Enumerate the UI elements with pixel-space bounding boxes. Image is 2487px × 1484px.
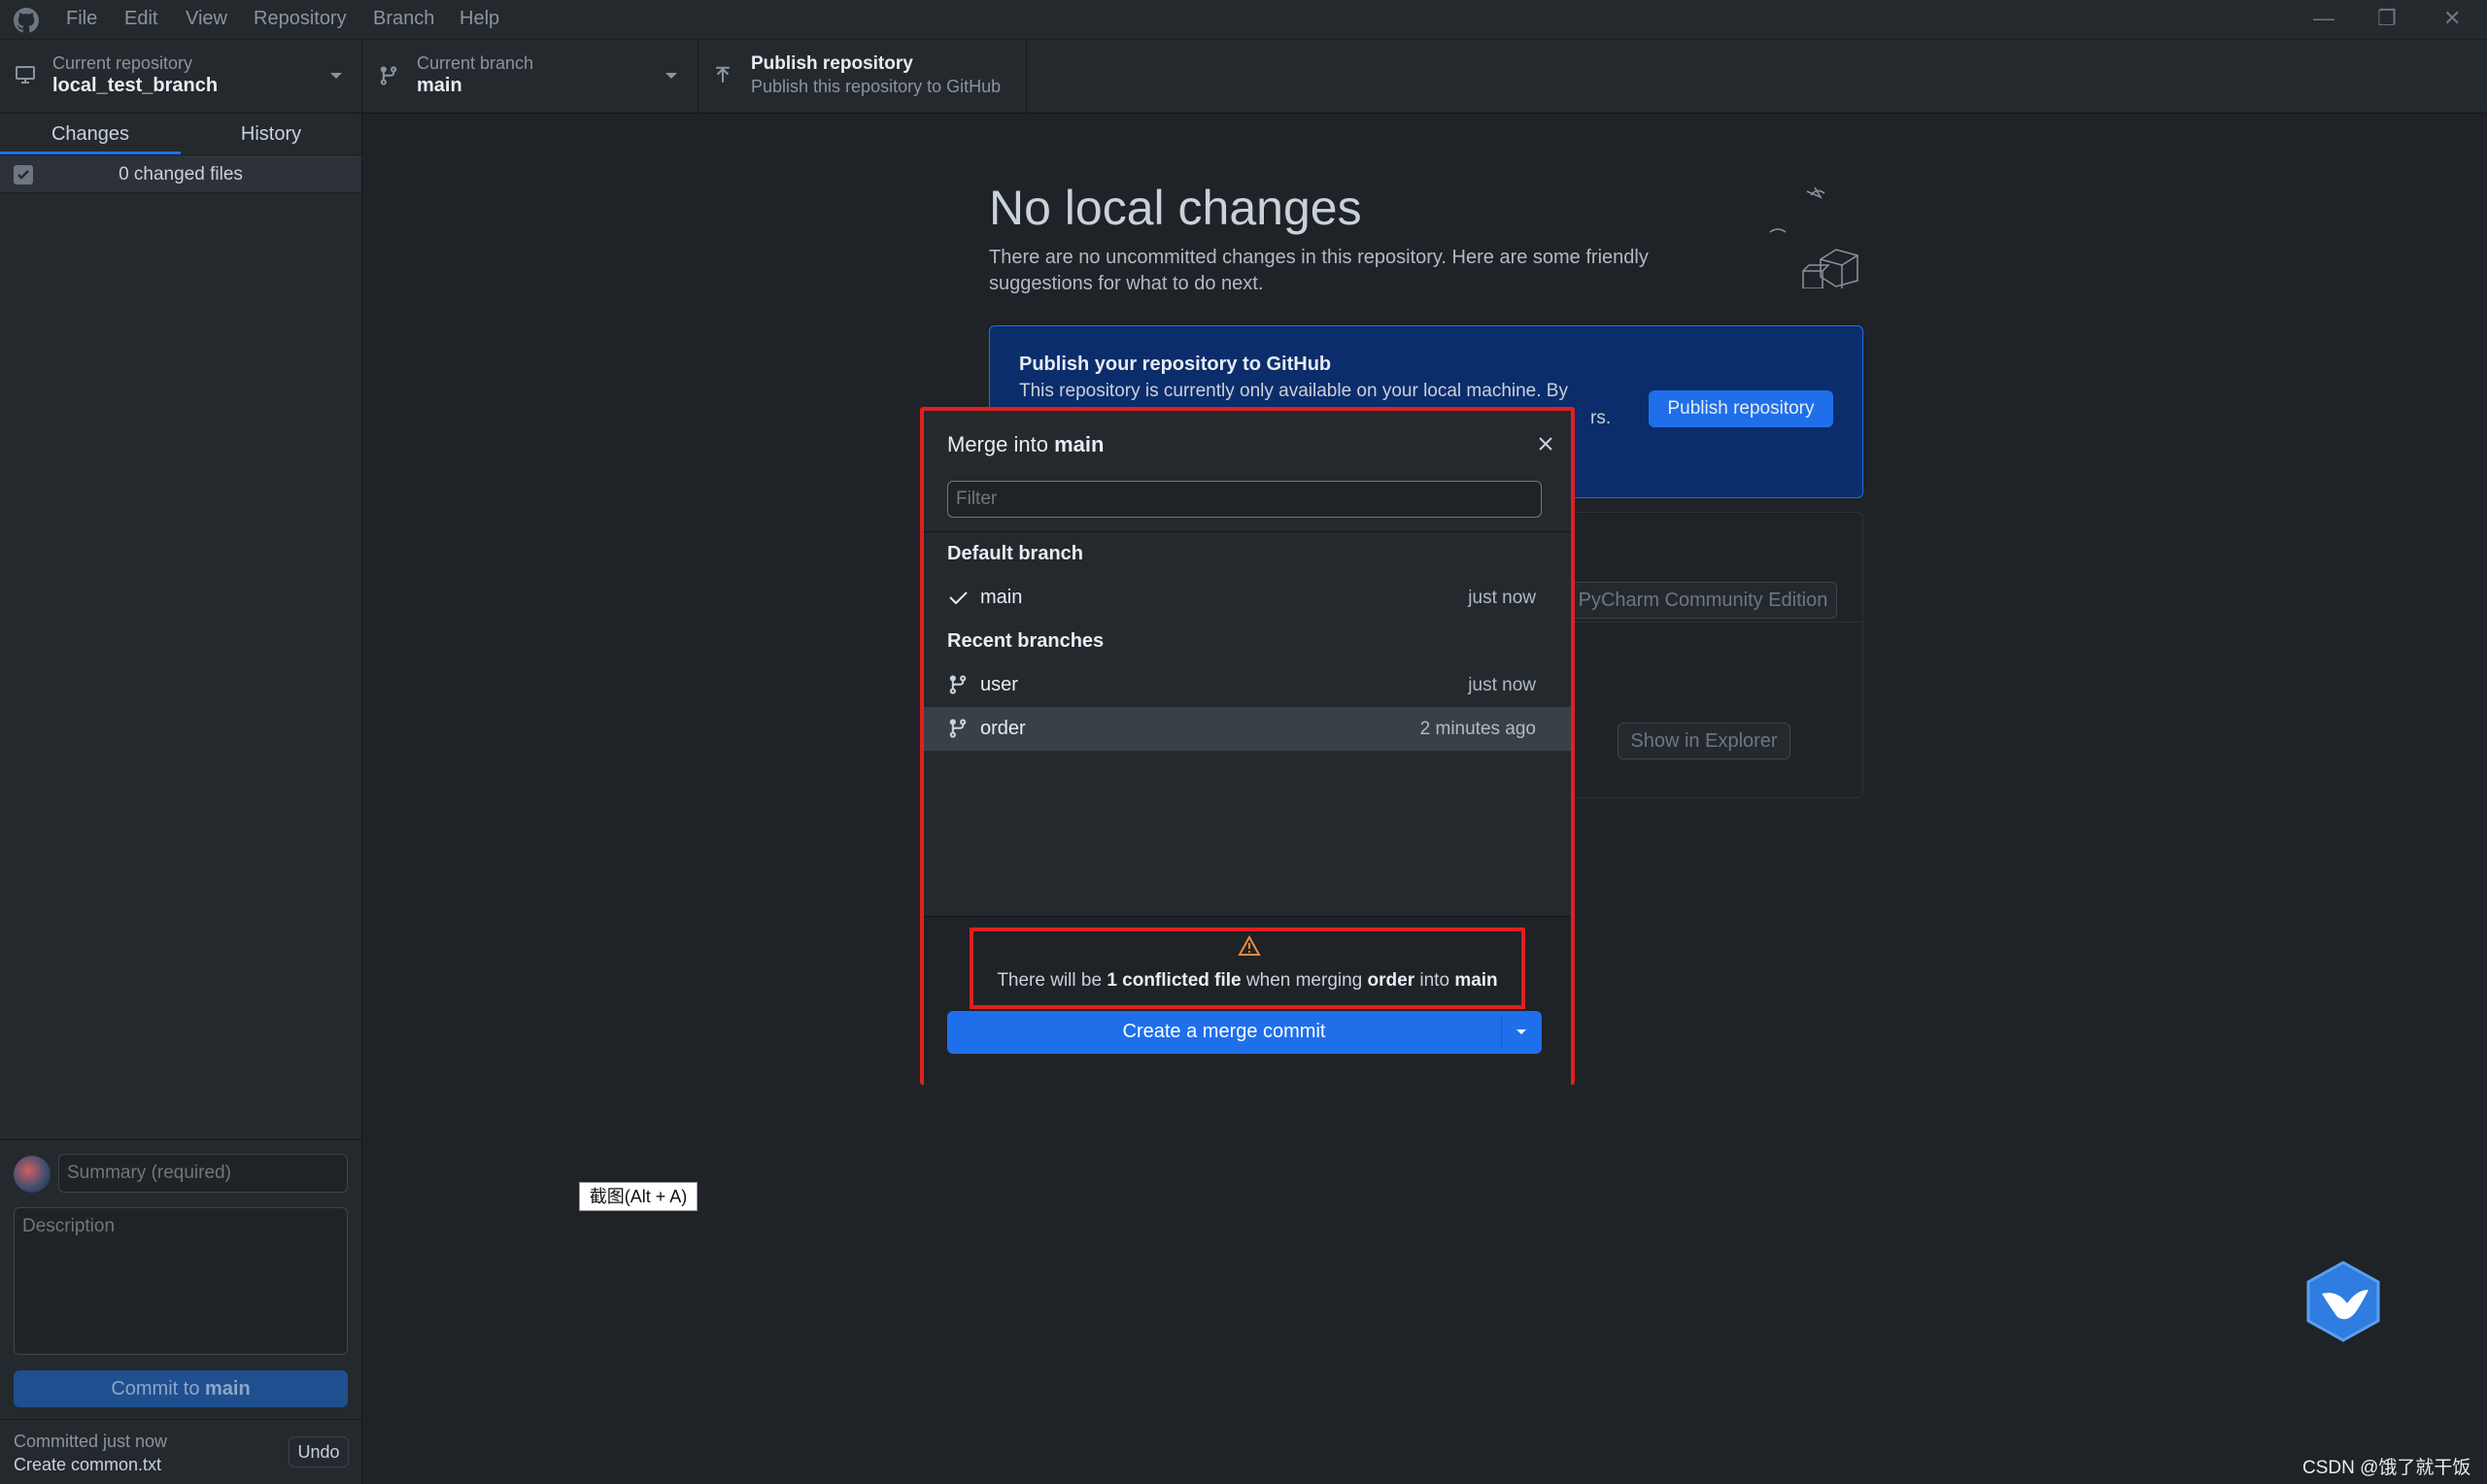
branch-icon — [949, 675, 967, 694]
open-in-editor-button[interactable]: PyCharm Community Edition — [1569, 582, 1837, 619]
avatar — [14, 1156, 51, 1193]
divider — [0, 1419, 361, 1420]
show-in-explorer-button[interactable]: Show in Explorer — [1618, 723, 1790, 759]
branch-name: user — [980, 674, 1018, 695]
changes-header: 0 changed files — [0, 154, 361, 193]
branch-name: main — [980, 587, 1023, 608]
recent-branches-heading: Recent branches — [947, 630, 1105, 652]
warn-text: into — [1414, 970, 1455, 991]
create-merge-commit-button[interactable]: Create a merge commit — [947, 1011, 1542, 1054]
minimize-icon[interactable]: — — [2313, 6, 2334, 31]
filter-input[interactable] — [947, 481, 1542, 518]
title-bar: File Edit View Repository Branch Help — … — [0, 0, 2487, 40]
merge-dialog: Merge into main Default branch main just… — [920, 407, 1575, 1085]
menu-file[interactable]: File — [66, 8, 97, 30]
sidebar: Changes History 0 changed files Commit t… — [0, 114, 362, 1484]
menu-help[interactable]: Help — [460, 8, 499, 30]
menu-branch[interactable]: Branch — [373, 8, 434, 30]
warn-count: 1 conflicted file — [1107, 970, 1242, 991]
branch-time: 2 minutes ago — [1419, 719, 1536, 739]
branch-item-main[interactable]: main just now — [924, 576, 1571, 620]
screenshot-tooltip: 截图(Alt + A) — [579, 1182, 698, 1211]
check-icon — [949, 591, 968, 605]
repo-label: Current repository — [52, 53, 193, 73]
github-logo-icon — [14, 8, 39, 33]
menu-edit[interactable]: Edit — [124, 8, 157, 30]
description-input[interactable] — [14, 1207, 348, 1355]
default-branch-heading: Default branch — [947, 543, 1084, 564]
dialog-title-branch: main — [1054, 432, 1105, 456]
publish-card-text-tail: rs. — [1590, 408, 1612, 428]
dialog-title: Merge into main — [947, 432, 1104, 457]
toolbar: Current repository local_test_branch Cur… — [0, 40, 2487, 114]
branch-icon — [949, 719, 967, 738]
undo-button[interactable]: Undo — [289, 1436, 349, 1467]
chevron-down-icon — [330, 73, 342, 79]
computer-icon — [16, 66, 35, 84]
tab-changes[interactable]: Changes — [0, 114, 181, 154]
repo-name: local_test_branch — [52, 75, 219, 96]
branch-time: just now — [1468, 588, 1536, 608]
restore-icon[interactable]: ❐ — [2377, 6, 2397, 31]
empty-state-illustration-icon — [1769, 186, 1858, 288]
close-icon[interactable] — [1536, 434, 1555, 454]
last-commit-message: Create common.txt — [14, 1455, 162, 1474]
menu-view[interactable]: View — [186, 8, 227, 30]
chevron-down-icon[interactable] — [1515, 1028, 1528, 1037]
divider — [0, 1139, 361, 1140]
summary-input[interactable] — [58, 1154, 348, 1193]
warning-icon — [1238, 935, 1261, 956]
changed-files-count: 0 changed files — [119, 164, 243, 185]
branch-name: main — [417, 75, 462, 96]
publish-repository-toolbar-button[interactable]: Publish repository Publish this reposito… — [698, 40, 1027, 114]
branch-item-user[interactable]: user just now — [924, 663, 1571, 707]
page-subtitle: There are no uncommitted changes in this… — [989, 247, 1649, 294]
dialog-title-prefix: Merge into — [947, 432, 1055, 456]
branch-time: just now — [1468, 675, 1536, 695]
warn-text: when merging — [1241, 970, 1368, 991]
tab-history[interactable]: History — [181, 114, 361, 154]
watermark: CSDN @饿了就干饭 — [2302, 1458, 2471, 1478]
branch-icon — [380, 66, 397, 85]
current-repository-button[interactable]: Current repository local_test_branch — [0, 40, 362, 114]
branch-name: order — [980, 718, 1026, 739]
publish-repository-button[interactable]: Publish repository — [1649, 390, 1833, 427]
conflict-message: There will be 1 conflicted file when mer… — [973, 970, 1521, 992]
publish-card-title: Publish your repository to GitHub — [1019, 354, 1332, 375]
chevron-down-icon — [665, 73, 677, 79]
publish-subtitle: Publish this repository to GitHub — [751, 77, 1002, 96]
publish-card-text: This repository is currently only availa… — [1019, 381, 1568, 401]
commit-branch: main — [205, 1378, 251, 1400]
merge-button-label: Create a merge commit — [1122, 1021, 1326, 1042]
warn-target: main — [1454, 970, 1498, 991]
menu-repository[interactable]: Repository — [254, 8, 347, 30]
divider — [1501, 1017, 1502, 1048]
last-commit-time: Committed just now — [14, 1432, 168, 1451]
conflict-warning: There will be 1 conflicted file when mer… — [970, 928, 1525, 1009]
warn-source: order — [1367, 970, 1415, 991]
divider — [924, 531, 1571, 532]
close-window-icon[interactable]: ✕ — [2443, 6, 2461, 31]
warn-text: There will be — [997, 970, 1107, 991]
branch-label: Current branch — [417, 53, 534, 73]
current-branch-button[interactable]: Current branch main — [362, 40, 698, 114]
commit-label: Commit to — [111, 1378, 205, 1400]
commit-button[interactable]: Commit to main — [14, 1370, 348, 1407]
upload-icon — [716, 66, 730, 83]
bird-app-icon[interactable] — [2304, 1261, 2382, 1342]
page-title: No local changes — [989, 181, 1362, 235]
branch-item-order[interactable]: order 2 minutes ago — [924, 707, 1571, 751]
publish-title: Publish repository — [751, 53, 913, 74]
